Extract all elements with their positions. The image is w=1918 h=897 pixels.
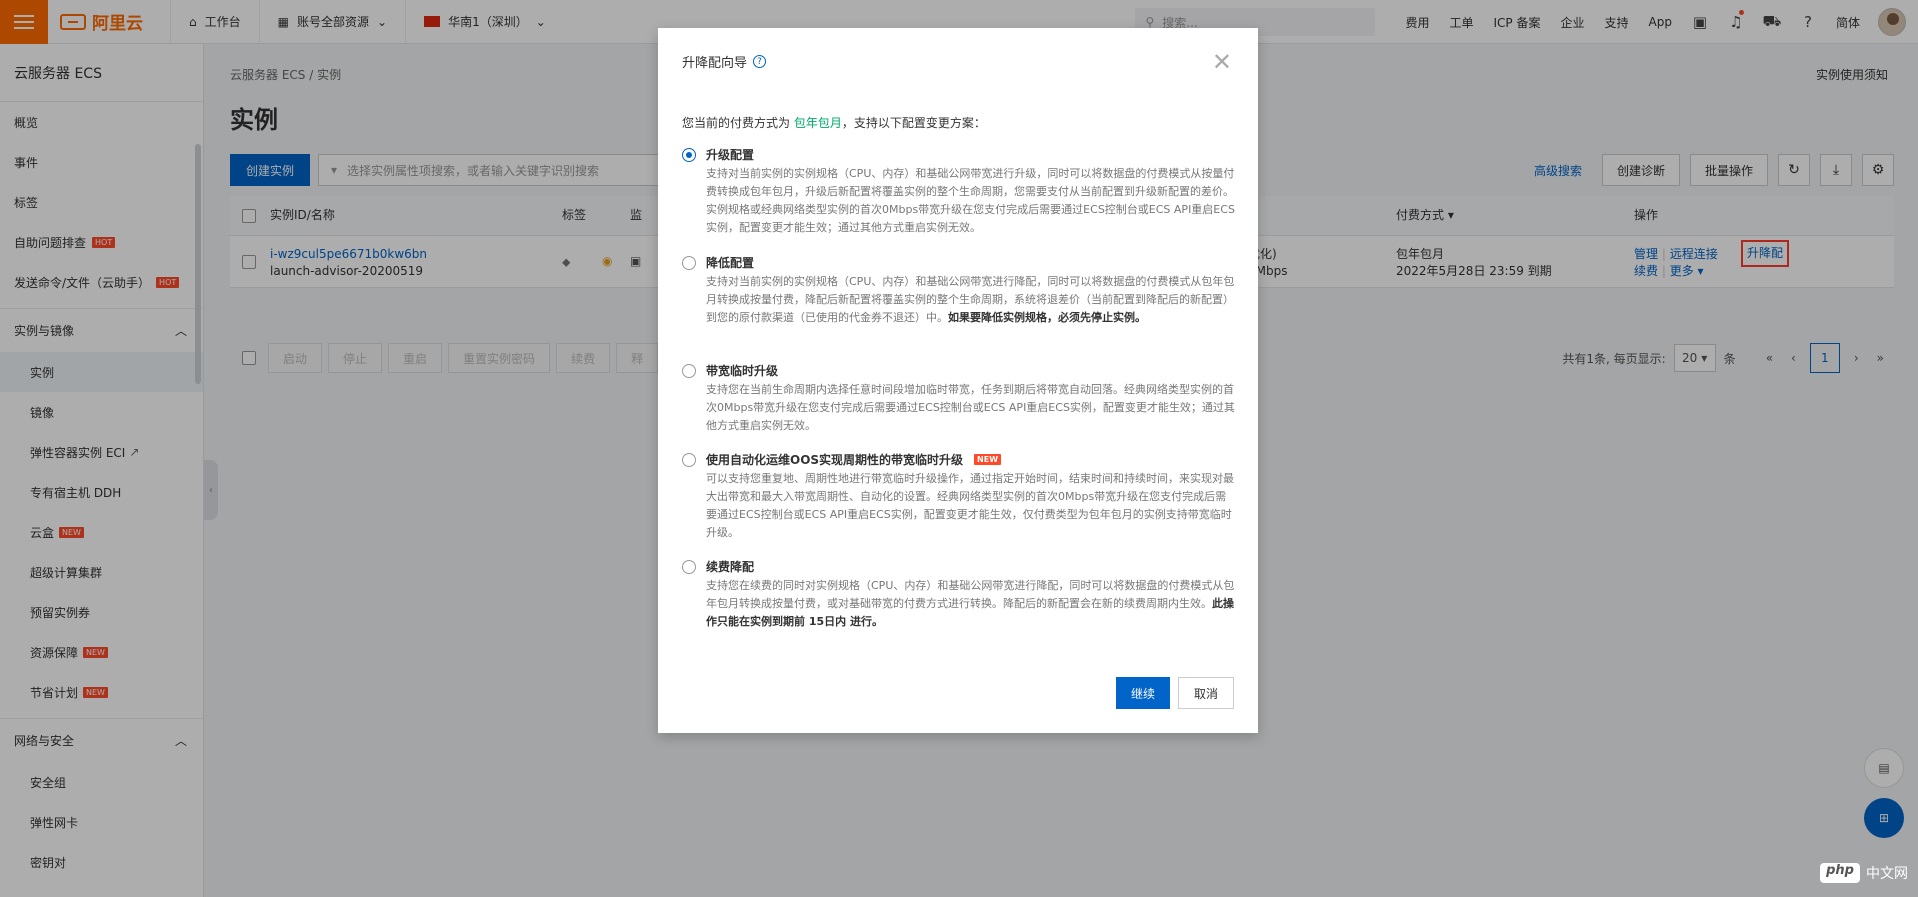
upgrade-wizard-dialog: 升降配向导 ? ✕ 您当前的付费方式为 包年包月，支持以下配置变更方案： 升级配… xyxy=(658,28,1258,733)
payment-method-line: 您当前的付费方式为 包年包月，支持以下配置变更方案： xyxy=(682,116,986,130)
option-upgrade-radio[interactable] xyxy=(682,148,696,162)
option-description: 支持对当前实例的实例规格（CPU、内存）和基础公网带宽进行升级，同时可以将数据盘… xyxy=(706,167,1235,234)
option-title: 使用自动化运维OOS实现周期性的带宽临时升级 NEW xyxy=(706,451,1002,468)
option-temporary-bandwidth-radio[interactable] xyxy=(682,364,696,378)
option-title: 降低配置 xyxy=(706,256,755,270)
dialog-footer: 继续 取消 xyxy=(1115,677,1234,709)
option-upgrade[interactable]: 升级配置 支持对当前实例的实例规格（CPU、内存）和基础公网带宽进行升级，同时可… xyxy=(682,146,1236,236)
help-question-icon[interactable]: ? xyxy=(753,55,767,68)
new-badge: NEW xyxy=(974,454,1002,465)
site-watermark: php 中文网 xyxy=(1820,863,1908,883)
option-renew-downgrade[interactable]: 续费降配 支持您在续费的同时对实例规格（CPU、内存）和基础公网带宽进行降配，同… xyxy=(682,558,1236,628)
option-downgrade-radio[interactable] xyxy=(682,256,696,270)
option-description: 支持您在当前生命周期内选择任意时间段增加临时带宽，任务到期后将带宽自动回落。经典… xyxy=(706,383,1235,432)
option-oos-periodic[interactable]: 使用自动化运维OOS实现周期性的带宽临时升级 NEW 可以支持您重复地、周期性地进… xyxy=(682,451,1236,541)
continue-button[interactable]: 继续 xyxy=(1115,677,1170,709)
option-description: 支持您在续费的同时对实例规格（CPU、内存）和基础公网带宽进行降配，同时可以将数… xyxy=(706,579,1235,628)
option-oos-periodic-radio[interactable] xyxy=(682,453,696,467)
close-icon[interactable]: ✕ xyxy=(1212,50,1232,74)
option-description: 可以支持您重复地、周期性地进行带宽临时升级操作，通过指定开始时间，结束时间和持续… xyxy=(706,472,1234,539)
option-description: 支持对当前实例的实例规格（CPU、内存）和基础公网带宽进行降配，同时可以将数据盘… xyxy=(706,275,1235,324)
option-temporary-bandwidth[interactable]: 带宽临时升级 支持您在当前生命周期内选择任意时间段增加临时带宽，任务到期后将带宽… xyxy=(682,362,1236,432)
option-title: 升级配置 xyxy=(706,148,755,162)
dialog-title: 升降配向导 ? xyxy=(682,52,767,71)
option-renew-downgrade-radio[interactable] xyxy=(682,560,696,574)
option-title: 续费降配 xyxy=(706,560,755,574)
option-downgrade[interactable]: 降低配置 支持对当前实例的实例规格（CPU、内存）和基础公网带宽进行降配，同时可… xyxy=(682,254,1236,344)
cancel-button[interactable]: 取消 xyxy=(1177,677,1234,709)
payment-type: 包年包月 xyxy=(793,116,842,130)
option-title: 带宽临时升级 xyxy=(706,364,779,378)
